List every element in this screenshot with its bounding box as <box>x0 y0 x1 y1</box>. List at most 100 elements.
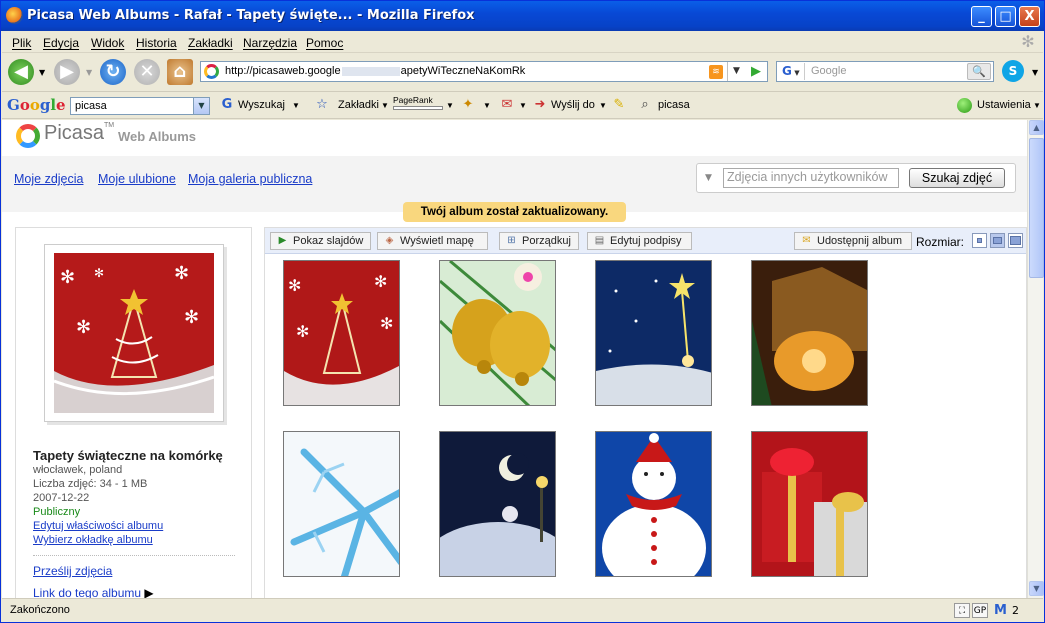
menu-narzedzia[interactable]: Narzędzia <box>243 36 297 50</box>
choose-cover-link[interactable]: Wybierz okładkę albumu <box>33 534 153 546</box>
album-date: 2007-12-22 <box>33 492 90 504</box>
skype-icon[interactable]: S <box>1002 60 1024 82</box>
gp-icon[interactable]: GP <box>972 603 988 618</box>
send-to-dropdown-icon[interactable]: ▼ <box>599 101 607 110</box>
google-toolbar: Google picasa ▼ G Wyszukaj ▼ ☆ Zakładki ▼… <box>2 91 1043 119</box>
stop-icon[interactable]: ✕ <box>134 59 160 85</box>
rss-feed-icon[interactable]: ≋ <box>709 65 723 79</box>
highlighter-icon[interactable]: ✎ <box>611 97 627 113</box>
menu-pomoc[interactable]: Pomoc <box>306 36 343 50</box>
scroll-up-arrow-icon[interactable]: ▲ <box>1029 120 1044 135</box>
upload-photos-link[interactable]: Prześlij zdjęcia <box>33 564 112 578</box>
edit-album-properties-link[interactable]: Edytuj właściwości albumu <box>33 520 163 532</box>
reload-icon[interactable]: ↻ <box>100 59 126 85</box>
svg-text:✻: ✻ <box>380 314 393 333</box>
size-small-button[interactable] <box>972 233 987 248</box>
bookmarks-button[interactable]: Zakładki <box>338 99 379 111</box>
share-album-button[interactable]: ✉ Udostępnij album <box>794 232 912 250</box>
svg-text:✻: ✻ <box>288 276 301 295</box>
autofill-icon[interactable]: ✉ <box>499 97 515 113</box>
settings-dropdown-icon[interactable]: ▼ <box>1033 101 1041 110</box>
close-button[interactable]: X <box>1019 6 1040 27</box>
menu-widok[interactable]: Widok <box>91 36 124 50</box>
navigation-toolbar: ◀ ▼ ▶ ▼ ↻ ✕ ⌂ http://picasaweb.google ape… <box>2 54 1043 90</box>
svg-text:✻: ✻ <box>296 322 309 341</box>
thumbnail-christmas-tree[interactable]: ✻ ✻ ✻ ✻ <box>283 260 400 406</box>
back-arrow-icon[interactable]: ◀ <box>8 59 34 85</box>
scroll-down-arrow-icon[interactable]: ▼ <box>1029 581 1044 596</box>
link-my-photos[interactable]: Moje zdjęcia <box>14 172 83 186</box>
highlight-term-picasa[interactable]: picasa <box>658 99 690 111</box>
search-input[interactable]: Google <box>811 65 846 77</box>
thumbnail-star-night[interactable] <box>595 260 712 406</box>
maximize-button[interactable]: □ <box>995 6 1016 27</box>
thumbnail-snowman-moon[interactable] <box>439 431 556 577</box>
home-icon[interactable]: ⌂ <box>167 59 193 85</box>
menu-plik[interactable]: Plik <box>12 36 31 50</box>
autofill-dropdown-icon[interactable]: ▼ <box>519 101 527 110</box>
google-toolbar-query[interactable]: picasa ▼ <box>70 97 210 115</box>
popup-dropdown-icon[interactable]: ▼ <box>483 101 491 110</box>
thumbnail-red-gifts[interactable] <box>751 431 868 577</box>
term-search-icon: ⌕ <box>641 97 649 112</box>
search-icon[interactable]: 🔍 <box>967 63 991 80</box>
svg-text:✻: ✻ <box>184 307 199 328</box>
bookmarks-dropdown-icon[interactable]: ▼ <box>381 101 389 110</box>
vertical-scrollbar[interactable]: ▲ ▼ <box>1027 120 1044 598</box>
search-dropdown-icon[interactable]: ▼ <box>292 101 300 110</box>
menu-edycja[interactable]: Edycja <box>43 36 79 50</box>
title-bar: Picasa Web Albums - Rafał - Tapety święt… <box>1 1 1044 31</box>
menu-historia[interactable]: Historia <box>136 36 177 50</box>
forward-history-dropdown-icon[interactable]: ▼ <box>86 68 92 77</box>
web-search-box[interactable]: G ▼ Google 🔍 <box>776 61 994 82</box>
album-link-toggle[interactable]: Link do tego albumu ▶ <box>33 586 154 598</box>
page-viewport: PicasaTM Web Albums Moje zdjęcia Moje ul… <box>2 120 1027 598</box>
settings-button[interactable]: Ustawienia <box>977 99 1031 111</box>
picasa-logo-icon[interactable] <box>16 124 40 148</box>
go-arrow-icon[interactable]: ▶ <box>747 63 765 80</box>
search-photos-button[interactable]: Szukaj zdjęć <box>909 168 1005 188</box>
send-to-button[interactable]: Wyślij do <box>551 99 595 111</box>
album-title: Tapety świąteczne na komórkę <box>33 448 223 463</box>
view-map-button[interactable]: ◈ Wyświetl mapę <box>377 232 488 250</box>
album-cover-image[interactable]: ✻ ✻ ✻ ✻ ✻ <box>54 253 214 413</box>
photo-search-input[interactable]: Zdjęcia innych użytkowników <box>723 168 899 188</box>
url-text[interactable]: http://picasaweb.google apetyWiTeczneNaKo… <box>225 65 525 77</box>
link-public-gallery[interactable]: Moja galeria publiczna <box>188 172 312 186</box>
picasa-brand[interactable]: PicasaTM <box>44 122 114 145</box>
forward-arrow-icon[interactable]: ▶ <box>54 59 80 85</box>
gmail-icon[interactable]: M <box>994 603 1007 618</box>
search-scope-dropdown-icon[interactable]: ▼ <box>705 173 712 183</box>
window-title: Picasa Web Albums - Rafał - Tapety święt… <box>27 8 475 23</box>
google-g-icon: G <box>221 97 233 112</box>
url-bar[interactable]: http://picasaweb.google apetyWiTeczneNaKo… <box>200 61 768 82</box>
organize-button[interactable]: ⊞ Porządkuj <box>499 232 579 250</box>
thumbnail-snowman-red-hat[interactable] <box>595 431 712 577</box>
pagerank-dropdown-icon[interactable]: ▼ <box>446 101 454 110</box>
resize-icon[interactable]: ⛶ <box>954 603 970 618</box>
url-dropdown-icon[interactable]: ▼ <box>727 62 745 81</box>
google-logo[interactable]: Google <box>7 96 66 114</box>
svg-text:✻: ✻ <box>94 266 104 280</box>
edit-captions-button[interactable]: ▤ Edytuj podpisy <box>587 232 692 250</box>
size-large-button[interactable] <box>1008 233 1023 248</box>
size-medium-button[interactable] <box>990 233 1005 248</box>
minimize-button[interactable]: _ <box>971 6 992 27</box>
svg-text:✻: ✻ <box>60 267 75 288</box>
thumbnail-nativity[interactable] <box>751 260 868 406</box>
link-my-favorites[interactable]: Moje ulubione <box>98 172 176 186</box>
album-cover[interactable]: ✻ ✻ ✻ ✻ ✻ <box>44 244 224 422</box>
thumbnail-blue-snowflake[interactable] <box>283 431 400 577</box>
thumbnail-golden-bells[interactable] <box>439 260 556 406</box>
album-updated-notice: Twój album został zaktualizowany. <box>403 202 626 222</box>
google-search-button[interactable]: Wyszukaj <box>238 99 285 111</box>
scroll-thumb[interactable] <box>1029 138 1044 278</box>
caption-icon: ▤ <box>594 235 605 246</box>
skype-dropdown-icon[interactable]: ▼ <box>1032 68 1038 77</box>
slideshow-button[interactable]: ▶ Pokaz slajdów <box>270 232 371 250</box>
popup-blocker-icon[interactable]: ✦ <box>460 97 476 113</box>
back-history-dropdown-icon[interactable]: ▼ <box>39 68 45 77</box>
search-engine-selector[interactable]: G ▼ <box>779 63 805 80</box>
firefox-icon <box>6 7 23 24</box>
menu-zakladki[interactable]: Zakładki <box>188 36 233 50</box>
